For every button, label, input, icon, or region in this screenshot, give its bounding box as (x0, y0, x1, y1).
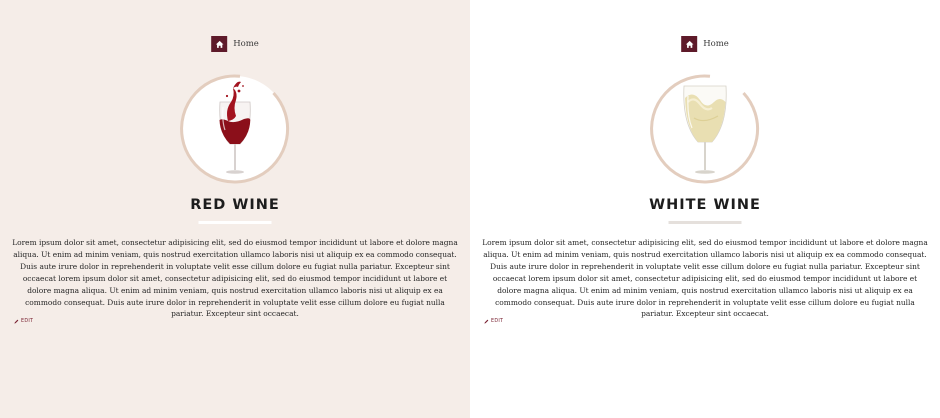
breadcrumb-home-link[interactable]: Home (233, 39, 259, 49)
panel-title: WHITE WINE (649, 197, 761, 213)
home-icon (685, 40, 693, 48)
white-wine-image-circle (648, 72, 762, 186)
home-button[interactable] (681, 36, 698, 52)
title-underline (198, 221, 272, 224)
white-wine-panel: Home WHITE WINE Lorem ipsum dolor sit am… (470, 0, 940, 418)
pencil-icon (14, 319, 19, 324)
breadcrumb-home-link[interactable]: Home (703, 39, 729, 49)
panel-description: Lorem ipsum dolor sit amet, consectetur … (12, 238, 458, 319)
panel-description: Lorem ipsum dolor sit amet, consectetur … (482, 238, 928, 319)
home-icon (215, 40, 223, 48)
red-wine-image-circle (178, 72, 292, 186)
red-wine-panel: Home RED WINE Lorem ipsum dolor sit amet… (0, 0, 470, 418)
title-underline (668, 221, 742, 224)
edit-label: EDIT (21, 319, 34, 324)
edit-link[interactable]: EDIT (484, 319, 503, 324)
breadcrumb: Home (211, 36, 259, 52)
home-button[interactable] (211, 36, 228, 52)
edit-link[interactable]: EDIT (14, 319, 33, 324)
page: Home RED WINE Lorem ipsum dolor sit amet… (0, 0, 940, 418)
pencil-icon (484, 319, 489, 324)
red-wine-glass-icon (180, 74, 290, 184)
white-wine-glass-icon (650, 74, 760, 184)
panel-title: RED WINE (190, 197, 280, 213)
breadcrumb: Home (681, 36, 729, 52)
edit-label: EDIT (491, 319, 504, 324)
